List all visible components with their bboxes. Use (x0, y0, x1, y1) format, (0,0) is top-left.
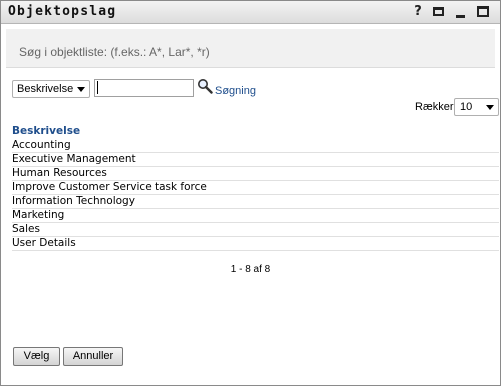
list-item[interactable]: Improve Customer Service task force (12, 181, 499, 195)
list-item[interactable]: Sales (12, 223, 499, 237)
list-item[interactable]: Information Technology (12, 195, 499, 209)
list-item[interactable]: Marketing (12, 209, 499, 223)
choose-button[interactable]: Vælg (13, 347, 60, 366)
pagination-status: 1 - 8 af 8 (230, 264, 271, 275)
search-hint-text: Søg i objektliste: (f.eks.: A*, Lar*, *r… (19, 45, 210, 59)
list-item[interactable]: Executive Management (12, 153, 499, 167)
chevron-down-icon (77, 87, 85, 92)
object-lookup-window: Objektopslag ? Søg i objektliste: (f.eks… (0, 0, 501, 386)
chevron-down-icon (486, 105, 494, 110)
rows-per-page-select[interactable]: 10 (454, 98, 499, 116)
list-item[interactable]: User Details (12, 237, 499, 251)
list-item[interactable]: Accounting (12, 139, 499, 153)
search-icon[interactable] (197, 78, 213, 94)
search-hint-panel: Søg i objektliste: (f.eks.: A*, Lar*, *r… (6, 29, 495, 68)
minimize-icon[interactable] (453, 4, 469, 20)
cancel-button[interactable]: Annuller (63, 347, 123, 366)
search-field-select-value: Beskrivelse (17, 83, 74, 95)
title-bar: Objektopslag ? (1, 1, 500, 24)
object-list: Beskrivelse Accounting Executive Managem… (12, 124, 499, 251)
text-caret (97, 81, 98, 94)
window-title: Objektopslag (8, 4, 117, 19)
search-field-select[interactable]: Beskrivelse (12, 80, 90, 98)
rows-per-page-value: 10 (460, 101, 473, 113)
help-icon[interactable]: ? (410, 4, 426, 20)
list-item[interactable]: Human Resources (12, 167, 499, 181)
list-column-header[interactable]: Beskrivelse (12, 124, 499, 139)
print-icon[interactable] (431, 4, 447, 20)
search-input[interactable] (94, 79, 194, 97)
search-link[interactable]: Søgning (215, 85, 256, 97)
maximize-icon[interactable] (475, 4, 491, 20)
rows-per-page-label: Rækker: (415, 101, 457, 113)
